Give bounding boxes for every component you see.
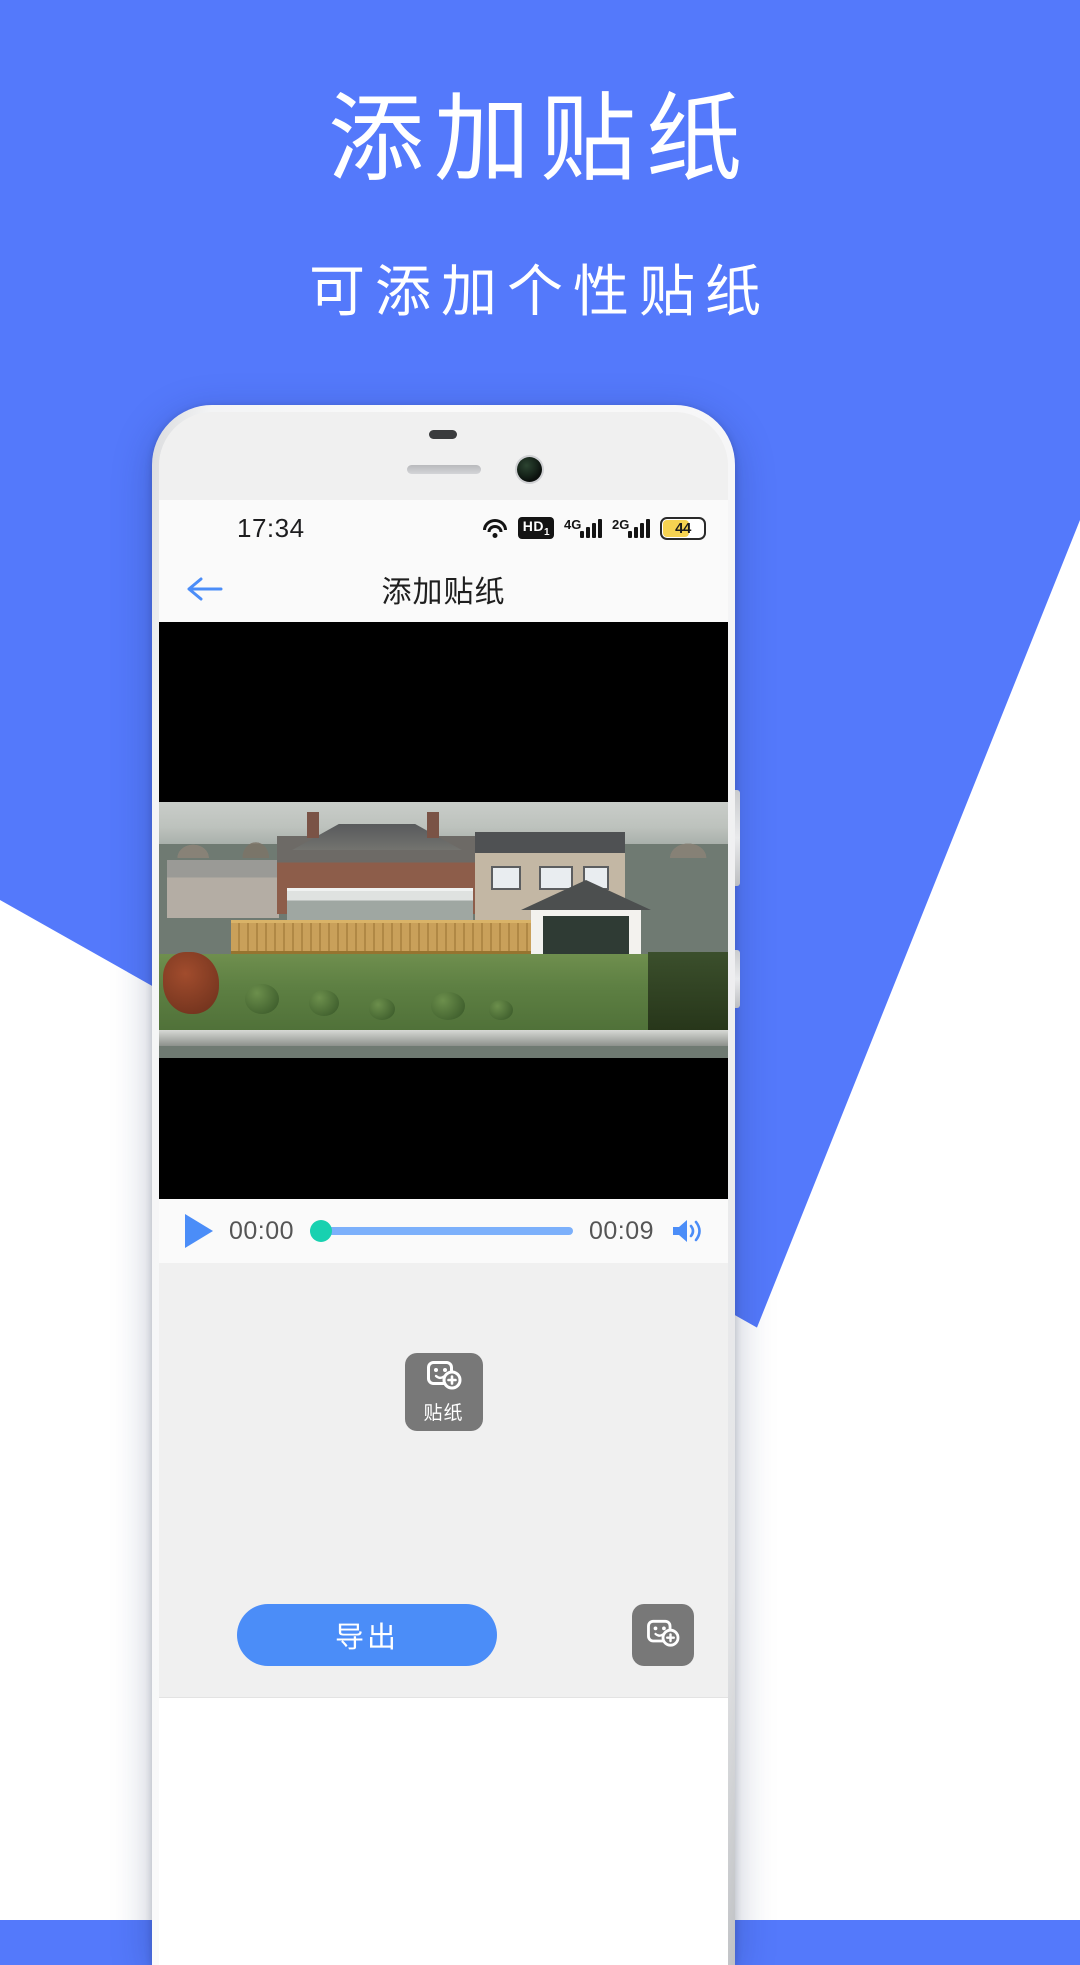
promo-subtitle: 可添加个性贴纸	[309, 260, 771, 323]
volume-icon[interactable]	[670, 1215, 706, 1247]
play-icon[interactable]	[185, 1214, 213, 1248]
export-button[interactable]: 导出	[237, 1604, 497, 1666]
earpiece-speaker-icon	[407, 465, 481, 474]
page-title: 添加贴纸	[381, 576, 506, 609]
status-bar: 17:34 HD1 4G 2G 44	[159, 500, 728, 556]
app-header: 添加贴纸	[159, 556, 728, 622]
sticker-fab-button[interactable]	[632, 1604, 694, 1666]
battery-icon: 44	[660, 516, 706, 540]
wifi-icon	[482, 517, 508, 539]
promo-title: 添加贴纸	[328, 86, 752, 193]
phone-screen: 17:34 HD1 4G 2G 44 添加贴纸 00:00 00:09 贴纸 导…	[159, 500, 728, 1965]
sticker-tool-button[interactable]: 贴纸	[404, 1353, 483, 1431]
power-button[interactable]	[735, 950, 740, 1008]
current-time-label: 00:00	[229, 1216, 295, 1245]
video-player-controls: 00:00 00:09	[159, 1199, 728, 1263]
progress-thumb[interactable]	[310, 1220, 333, 1242]
sticker-add-icon	[646, 1618, 680, 1653]
sticker-add-icon	[426, 1359, 462, 1396]
front-camera-icon	[517, 457, 542, 482]
progress-slider[interactable]	[310, 1216, 573, 1246]
phone-top-bezel	[159, 412, 728, 500]
status-bar-icons: HD1 4G 2G 44	[482, 516, 706, 540]
back-arrow-icon[interactable]	[185, 574, 223, 604]
total-time-label: 00:09	[588, 1216, 654, 1245]
signal-2g-icon: 2G	[612, 518, 650, 538]
sticker-tool-label: 贴纸	[423, 1403, 464, 1424]
bottom-sheet-area	[159, 1697, 728, 1741]
progress-track	[310, 1227, 573, 1235]
video-preview-stage[interactable]	[159, 622, 728, 1199]
video-frame-image	[159, 802, 728, 1058]
phone-mockup: 17:34 HD1 4G 2G 44 添加贴纸 00:00 00:09 贴纸 导…	[152, 405, 740, 1965]
proximity-sensor-icon	[429, 430, 457, 439]
signal-4g-icon: 4G	[564, 518, 602, 538]
phone-body: 17:34 HD1 4G 2G 44 添加贴纸 00:00 00:09 贴纸 导…	[159, 412, 728, 1965]
editor-panel: 贴纸	[159, 1263, 728, 1573]
hd-voice-icon: HD1	[517, 516, 554, 540]
status-bar-time: 17:34	[237, 512, 305, 543]
bottom-action-bar: 导出	[159, 1573, 728, 1697]
battery-level-text: 44	[675, 519, 691, 537]
volume-button[interactable]	[735, 790, 740, 886]
